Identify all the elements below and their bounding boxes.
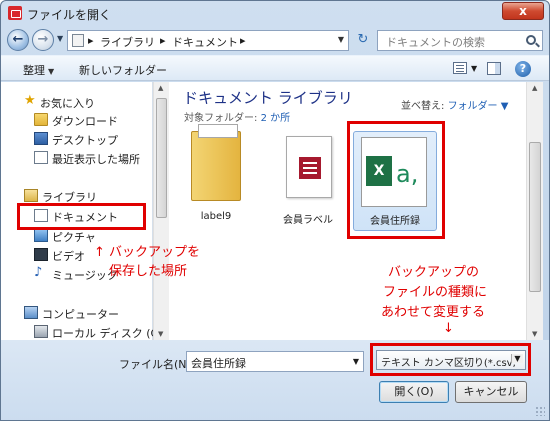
sidebar-item-label: ミュージック: [52, 269, 118, 282]
organize-label: 整理: [23, 64, 45, 77]
sidebar-item-desktop[interactable]: デスクトップ: [1, 130, 151, 148]
sidebar-item-label: ピクチャ: [52, 231, 96, 244]
sort-label: 並べ替え:: [401, 101, 445, 112]
desktop-icon: [34, 132, 48, 145]
search-box[interactable]: ドキュメントの検索: [377, 30, 543, 51]
music-icon: ♪: [34, 265, 43, 280]
file-open-dialog: ファイルを開く x ← → ▼ ▸ ライブラリ ▸ ドキュメント ▸ ▼ ↻ ド…: [0, 0, 550, 421]
address-dropdown-icon[interactable]: ▼: [338, 35, 344, 44]
file-type-red-box: [370, 343, 531, 376]
library-title: ドキュメント ライブラリ: [183, 89, 353, 107]
organize-button[interactable]: 整理 ▼: [23, 62, 54, 78]
filename-input[interactable]: 会員住所録: [186, 351, 364, 372]
folder-icon: [72, 34, 84, 47]
sidebar-item-label: お気に入り: [40, 97, 95, 110]
window-title: ファイルを開く: [27, 8, 112, 22]
recent-pages-dropdown[interactable]: ▼: [57, 34, 63, 43]
library-icon: [24, 189, 38, 202]
close-button[interactable]: x: [502, 2, 544, 20]
annotation-down-arrow: ↓: [443, 321, 454, 336]
folder-icon[interactable]: [191, 124, 241, 201]
chevron-down-icon: ▼: [48, 67, 55, 76]
annotation-file-type-line1: バックアップの: [388, 265, 480, 280]
download-folder-icon: [34, 113, 48, 126]
chevron-down-icon[interactable]: ▼: [349, 353, 363, 370]
breadcrumb-arrow[interactable]: ▸: [160, 34, 166, 47]
breadcrumb-arrow[interactable]: ▸: [240, 34, 246, 47]
selected-file-red-box: [347, 121, 445, 239]
database-file-icon[interactable]: [286, 136, 332, 198]
navigation-bar: ← → ▼ ▸ ライブラリ ▸ ドキュメント ▸ ▼ ↻ ドキュメントの検索: [1, 25, 549, 55]
computer-icon: [24, 306, 38, 319]
documents-highlight-box: [17, 203, 146, 230]
library-subtitle: 対象フォルダー: 2 か所: [184, 109, 290, 124]
sidebar-item-label: コンピューター: [42, 308, 119, 321]
scroll-up-icon[interactable]: ▲: [158, 84, 163, 92]
chevron-down-icon[interactable]: ▼: [501, 101, 509, 112]
sidebar-item-label: 最近表示した場所: [52, 153, 140, 166]
breadcrumb-arrow[interactable]: ▸: [88, 34, 94, 47]
title-bar: ファイルを開く x: [1, 1, 549, 25]
open-button[interactable]: 開く(O): [379, 381, 449, 403]
command-bar: 整理 ▼ 新しいフォルダー ▼ ?: [1, 55, 549, 81]
view-options-icon[interactable]: [453, 62, 467, 74]
access-logo-icon: [299, 157, 321, 179]
sidebar-item-local-disk[interactable]: ローカル ディスク (C:): [1, 323, 166, 341]
new-folder-button[interactable]: 新しいフォルダー: [79, 62, 167, 78]
forward-button[interactable]: →: [32, 29, 54, 51]
videos-icon: [34, 248, 48, 261]
sort-control: 並べ替え: フォルダー ▼: [401, 97, 508, 112]
subtitle-prefix: 対象フォルダー:: [184, 113, 261, 124]
scroll-thumb[interactable]: [529, 142, 541, 292]
sidebar-item-label: ローカル ディスク (C:): [52, 327, 167, 340]
sidebar-item-label: ビデオ: [52, 250, 85, 263]
navigation-scrollbar[interactable]: ▲ ▼: [153, 82, 169, 340]
annotation-file-type-line2: ファイルの種類に: [383, 285, 488, 300]
sidebar-item-computer[interactable]: コンピューター: [1, 304, 151, 322]
preview-pane-icon[interactable]: [487, 62, 501, 75]
app-icon: [8, 6, 22, 20]
annotation-backup-location-line2: 保存した場所: [109, 264, 188, 279]
sort-value-dropdown[interactable]: フォルダー: [448, 101, 498, 112]
scroll-thumb[interactable]: [156, 98, 167, 218]
sidebar-item-label: デスクトップ: [52, 134, 118, 147]
breadcrumb-libraries[interactable]: ライブラリ: [100, 34, 155, 50]
recent-places-icon: [34, 151, 48, 164]
sidebar-item-favorites[interactable]: ★ お気に入り: [1, 93, 151, 111]
cancel-button[interactable]: キャンセル: [455, 381, 527, 403]
sidebar-item-recent-places[interactable]: 最近表示した場所: [1, 149, 151, 167]
file-name: label9: [200, 211, 232, 222]
refresh-button[interactable]: ↻: [353, 31, 373, 50]
filename-label: ファイル名(N):: [119, 358, 195, 371]
file-name: 会員ラベル: [283, 215, 333, 226]
scroll-up-icon[interactable]: ▲: [532, 84, 537, 92]
local-disk-icon: [34, 325, 48, 338]
annotation-file-type-line3: あわせて変更する: [381, 305, 486, 320]
locations-link[interactable]: 2 か所: [261, 113, 291, 124]
search-icon: [526, 35, 536, 45]
sidebar-item-downloads[interactable]: ダウンロード: [1, 111, 151, 129]
breadcrumb-documents[interactable]: ドキュメント: [172, 34, 238, 50]
search-placeholder: ドキュメントの検索: [386, 36, 485, 49]
back-button[interactable]: ←: [7, 29, 29, 51]
star-icon: ★: [24, 93, 36, 108]
address-bar[interactable]: ▸ ライブラリ ▸ ドキュメント ▸ ▼: [67, 30, 349, 51]
annotation-backup-location-line1: ↑ バックアップを: [94, 245, 201, 260]
file-list-scrollbar[interactable]: ▲ ▼: [526, 82, 543, 340]
chevron-down-icon[interactable]: ▼: [471, 64, 477, 73]
pictures-icon: [34, 229, 48, 242]
help-icon[interactable]: ?: [515, 61, 531, 77]
scroll-down-icon[interactable]: ▼: [532, 330, 537, 338]
resize-grip[interactable]: [535, 406, 545, 416]
sidebar-item-label: ダウンロード: [52, 115, 118, 128]
scroll-down-icon[interactable]: ▼: [158, 330, 163, 338]
